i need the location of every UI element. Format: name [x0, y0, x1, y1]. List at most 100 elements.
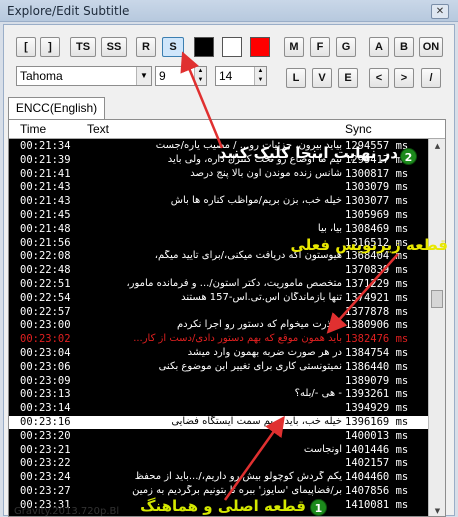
row-sync: 1308469 ms — [345, 222, 409, 235]
close-button[interactable]: ✕ — [431, 4, 449, 19]
row-time: 00:22:51 — [20, 278, 71, 290]
r-button[interactable]: R — [136, 37, 156, 57]
font-select[interactable]: Tahoma ▼ — [16, 66, 152, 86]
row-time: 00:21:41 — [20, 167, 71, 180]
column-header-text[interactable]: Text — [87, 122, 109, 136]
slash-button[interactable]: / — [421, 68, 441, 88]
row-time: 00:23:02 — [20, 333, 71, 346]
vertical-scrollbar[interactable]: ▲ ▼ — [428, 139, 445, 516]
font-size-a-input[interactable]: 9 ▲ ▼ — [155, 66, 207, 86]
row-sync: 1396169 ms — [345, 416, 409, 428]
table-row[interactable]: 00:23:14 1394929 ms — [9, 402, 428, 415]
step-two-badge: 2 — [400, 148, 417, 165]
row-time: 00:21:43 — [20, 181, 71, 194]
table-row[interactable]: 00:21:43 خیله خب، بزن بریم/مواظب کناره ها… — [9, 195, 428, 208]
row-time: 00:23:00 — [20, 319, 71, 332]
row-time: 00:23:27 — [20, 485, 71, 497]
table-row[interactable]: 00:23:21 اونجاست 1401446 ms — [9, 444, 428, 457]
row-sync: 1384754 ms — [345, 347, 409, 359]
table-row[interactable]: 00:21:41 شانس زنده موندن اون بالا پنج درص… — [9, 168, 428, 181]
s-button[interactable]: S — [162, 37, 184, 57]
row-time: 00:22:57 — [20, 305, 71, 318]
window-title: Explore/Edit Subtitle — [7, 4, 130, 18]
table-row[interactable]: 00:23:13 - هی -/بله؟ 1393261 ms — [9, 388, 428, 401]
ss-button[interactable]: SS — [101, 37, 127, 57]
e-button[interactable]: E — [338, 68, 358, 88]
row-text: باید همون موقع که بهم دستور دادی/دست از … — [133, 333, 342, 345]
greater-than-button[interactable]: > — [394, 68, 414, 88]
g-button[interactable]: G — [336, 37, 356, 57]
table-row[interactable]: 00:23:04 در هر صورت ضربه بهمون وارد میشد 1… — [9, 347, 428, 360]
table-row[interactable]: 00:23:06 نمیتونستی کاری برای تغییر این مو… — [9, 361, 428, 374]
a-button[interactable]: A — [369, 37, 389, 57]
row-sync: 1410081 ms — [345, 498, 409, 511]
spin-arrows-icon[interactable]: ▲ ▼ — [254, 67, 266, 85]
status-text: Gravity.2013.720p.Bl — [14, 506, 120, 517]
row-text: متخصص مأموریت، دکتر استون/... و فرمانده … — [126, 278, 342, 289]
red-color-swatch[interactable] — [250, 37, 270, 57]
font-name: Tahoma — [20, 69, 63, 83]
column-header-time[interactable]: Time — [20, 122, 46, 136]
l-button[interactable]: L — [286, 68, 306, 88]
scroll-thumb[interactable] — [431, 290, 443, 308]
step-one-badge: 1 — [310, 499, 327, 516]
ts-button[interactable]: TS — [70, 37, 96, 57]
table-row[interactable]: 00:23:24 یکم گردش کوچولو بیش رو داریم،/..… — [9, 471, 428, 484]
title-bar: Explore/Edit Subtitle ✕ — [0, 0, 458, 22]
spin-arrows-icon[interactable]: ▲ ▼ — [194, 67, 206, 85]
row-time: 00:23:13 — [20, 388, 71, 401]
row-text: اونجاست — [303, 443, 342, 455]
white-color-swatch[interactable] — [222, 37, 242, 57]
row-sync: 1401446 ms — [345, 443, 409, 456]
row-text: شانس زنده موندن اون بالا پنج درصد — [190, 167, 342, 179]
table-row[interactable]: 00:23:00 معذرت میخوام که دستور رو اجرا نک… — [9, 319, 428, 332]
table-row[interactable]: 00:21:45 1305969 ms — [9, 209, 428, 222]
table-row[interactable]: 00:22:48 1370839 ms — [9, 264, 428, 277]
row-time: 00:22:48 — [20, 264, 71, 277]
close-bracket-button[interactable]: ] — [40, 37, 60, 57]
column-header-sync[interactable]: Sync — [345, 122, 372, 136]
tab-encc-english[interactable]: ENCC(English) — [8, 97, 105, 119]
row-sync: 1402157 ms — [345, 457, 409, 470]
subtitle-grid[interactable]: Time Text Sync 00:21:34 بیاید بیرون، جزئی… — [8, 119, 446, 517]
font-size-b-value: 14 — [219, 69, 233, 83]
row-text: تنها بازماندگان اس.تی.اس-157 هستند — [181, 291, 342, 303]
row-sync: 1386440 ms — [345, 360, 409, 373]
row-time: 00:23:24 — [20, 471, 71, 484]
table-row[interactable]: 00:21:48 بیا، بیا 1308469 ms — [9, 223, 428, 236]
table-row[interactable]: 00:21:43 1303079 ms — [9, 181, 428, 194]
open-bracket-button[interactable]: [ — [16, 37, 36, 57]
scroll-up-icon[interactable]: ▲ — [430, 139, 445, 153]
row-time: 00:23:09 — [20, 374, 71, 387]
row-text: بیا، بیا — [317, 222, 342, 234]
v-button[interactable]: V — [312, 68, 332, 88]
table-row-selected[interactable]: 00:23:16 خیله خب، باید بریم سمت ایستگاه ف… — [9, 416, 428, 429]
b-button[interactable]: B — [394, 37, 414, 57]
row-sync: 1382476 ms — [345, 333, 409, 346]
table-row[interactable]: 00:23:20 1400013 ms — [9, 430, 428, 443]
f-button[interactable]: F — [310, 37, 330, 57]
row-sync: 1371229 ms — [345, 278, 409, 290]
on-button[interactable]: ON — [419, 37, 443, 57]
row-sync: 1394929 ms — [345, 402, 409, 415]
m-button[interactable]: M — [284, 37, 304, 57]
table-row[interactable]: 00:23:22 1402157 ms — [9, 457, 428, 470]
table-row[interactable]: 00:22:51 متخصص مأموریت، دکتر استون/... و … — [9, 278, 428, 291]
scroll-down-icon[interactable]: ▼ — [430, 504, 445, 516]
row-time: 00:21:43 — [20, 195, 71, 208]
chevron-down-icon[interactable]: ▼ — [136, 67, 151, 85]
table-row[interactable]: 00:23:09 1389079 ms — [9, 375, 428, 388]
row-sync: 1370839 ms — [345, 264, 409, 277]
table-row[interactable]: 00:22:57 1377878 ms — [9, 306, 428, 319]
row-text: خیله خب، باید بریم سمت ایستگاه فضایی — [171, 416, 342, 427]
row-sync: 1393261 ms — [345, 388, 409, 401]
table-row[interactable]: 00:22:54 تنها بازماندگان اس.تی.اس-157 هست… — [9, 292, 428, 305]
less-than-button[interactable]: < — [369, 68, 389, 88]
table-row-active[interactable]: 00:23:02 باید همون موقع که بهم دستور دادی… — [9, 333, 428, 346]
row-sync: 1374921 ms — [345, 291, 409, 304]
row-text: بر/فضاپیمای 'سایوز' ببره تا بتونیم برگرد… — [132, 485, 342, 496]
annotation-click-here: در نهایت اینجا کلیک کنید — [218, 144, 398, 162]
grid-header: Time Text Sync — [9, 120, 445, 139]
font-size-b-input[interactable]: 14 ▲ ▼ — [215, 66, 267, 86]
black-color-swatch[interactable] — [194, 37, 214, 57]
